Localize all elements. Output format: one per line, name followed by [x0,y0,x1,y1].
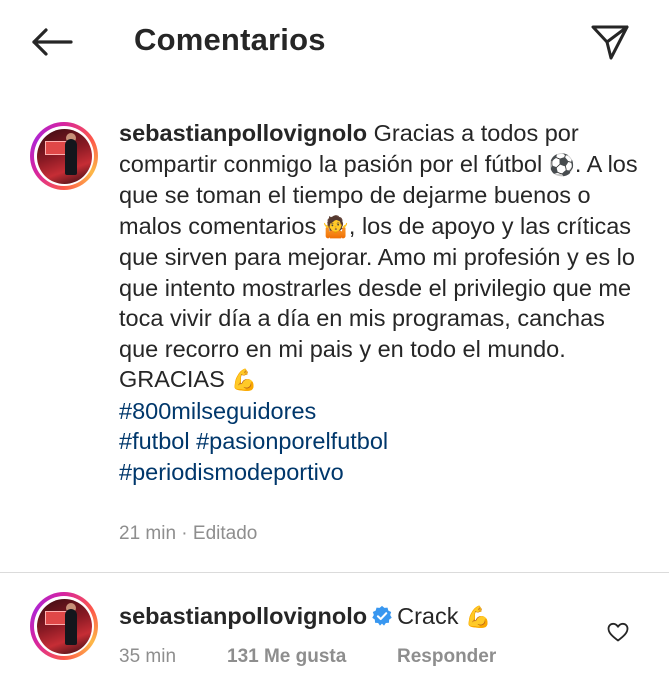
reply-avatar[interactable] [30,592,98,660]
header-bar: Comentarios [0,0,669,88]
caption-username[interactable]: sebastianpollovignolo [119,120,367,146]
arrow-left-icon [32,28,73,56]
muscle-emoji: 💪 [231,368,258,392]
avatar-ring [34,596,94,656]
meta-separator: · [176,523,193,544]
hashtag-link[interactable]: #futbol [119,428,190,454]
heart-icon[interactable] [606,620,630,644]
reply-username[interactable]: sebastianpollovignolo [119,603,367,629]
page-title: Comentarios [134,22,326,57]
reply-time: 35 min [119,646,177,667]
reply-meta: 35 min 131 Me gusta Responder [119,646,496,668]
soccer-ball-emoji: ⚽ [548,152,575,177]
avatar-image [36,598,92,654]
reply-text: Crack [397,603,459,629]
caption-meta: 21 min · Editado [119,523,257,545]
reply-comment: sebastianpollovignolo Crack 💪 [119,601,491,632]
avatar-ring [34,126,94,186]
hashtag-link[interactable]: #pasionporelfutbol [196,428,388,454]
verified-badge-icon [372,605,392,626]
shrug-emoji: 🤷 [322,214,349,239]
avatar[interactable] [30,122,98,190]
divider [0,572,669,573]
hashtag-link[interactable]: #periodismodeportivo [119,459,344,485]
muscle-emoji: 💪 [465,605,492,629]
caption-text-part-3: , los de apoyo y las críticas que sirven… [119,212,635,393]
caption-time: 21 min [119,523,177,544]
back-button[interactable] [24,22,80,62]
reply-button[interactable]: Responder [397,646,496,668]
hashtag-link[interactable]: #800milseguidores [119,398,316,424]
avatar-image [36,128,92,184]
share-button[interactable] [584,20,636,64]
caption-comment: sebastianpollovignolo Gracias a todos po… [119,118,639,487]
paper-plane-icon [591,25,629,60]
likes-count-link[interactable]: 131 Me gusta [227,646,397,668]
edited-label: Editado [192,523,258,544]
